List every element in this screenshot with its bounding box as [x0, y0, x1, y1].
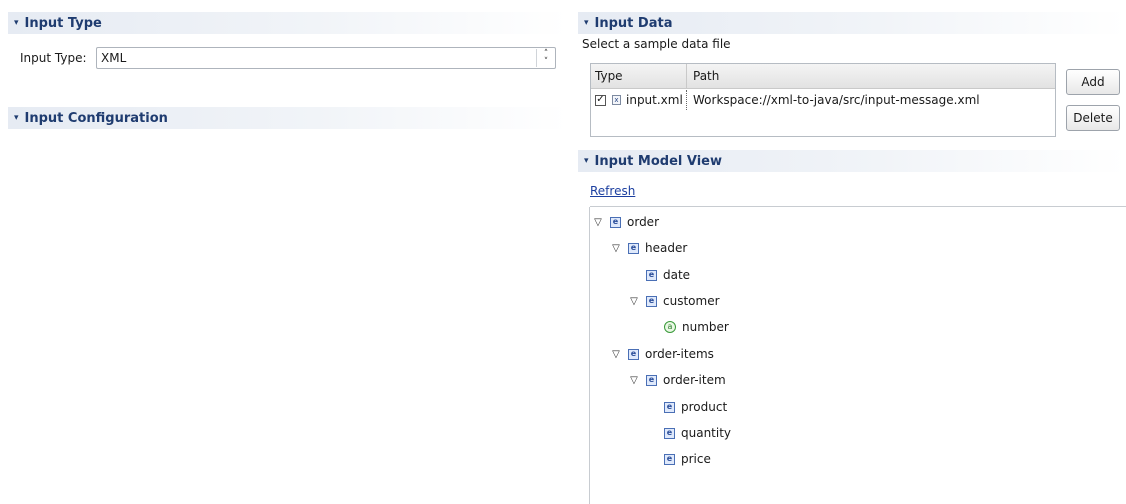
- element-icon: e: [664, 427, 675, 439]
- tree-node-date[interactable]: e date: [646, 266, 690, 284]
- input-data-section-header[interactable]: ▾ Input Data: [578, 12, 1126, 34]
- input-type-combo-value: XML: [101, 51, 127, 65]
- column-header-path[interactable]: Path: [687, 69, 719, 83]
- input-model-view-section-title: Input Model View: [594, 153, 723, 169]
- tree-node-label: order-items: [645, 347, 714, 361]
- collapse-icon: ▾: [584, 156, 589, 166]
- tree-node-number[interactable]: a number: [664, 318, 729, 336]
- row-checkbox[interactable]: ✓: [595, 94, 606, 106]
- tree-node-header[interactable]: ▽ e header: [610, 239, 687, 257]
- tree-node-order-items[interactable]: ▽ e order-items: [610, 345, 714, 363]
- input-type-section-title: Input Type: [24, 15, 102, 31]
- column-header-type[interactable]: Type: [591, 64, 687, 88]
- type-cell: ✓ x input.xml: [591, 90, 687, 110]
- input-data-section-title: Input Data: [594, 15, 673, 31]
- input-model-view-section-header[interactable]: ▾ Input Model View: [578, 150, 1126, 172]
- element-icon: e: [646, 269, 657, 281]
- element-icon: e: [646, 374, 657, 386]
- input-configuration-section-header[interactable]: ▾ Input Configuration: [8, 107, 568, 129]
- table-row[interactable]: ✓ x input.xml Workspace://xml-to-java/sr…: [591, 89, 1055, 111]
- collapse-icon: ▾: [584, 18, 589, 28]
- sample-data-table: Type Path ✓ x input.xml Workspace://xml-…: [590, 63, 1056, 137]
- tree-node-label: header: [645, 241, 688, 255]
- collapse-icon: ▾: [14, 113, 19, 123]
- element-icon: e: [610, 216, 621, 228]
- updown-chevron-icon: ˄ ˅: [536, 49, 555, 67]
- tree-border: [589, 207, 590, 504]
- expand-toggle-icon[interactable]: ▽: [628, 375, 640, 386]
- tree-node-label: number: [682, 320, 729, 334]
- tree-node-order[interactable]: ▽ e order: [592, 213, 659, 231]
- attribute-icon: a: [664, 321, 676, 333]
- tree-node-order-item[interactable]: ▽ e order-item: [628, 371, 726, 389]
- sample-data-hint: Select a sample data file: [582, 37, 731, 51]
- xml-file-icon: x: [612, 95, 621, 105]
- tree-node-label: product: [681, 400, 728, 414]
- tree-node-customer[interactable]: ▽ e customer: [628, 292, 720, 310]
- tree-node-label: order: [627, 215, 659, 229]
- path-cell: Workspace://xml-to-java/src/input-messag…: [693, 93, 980, 107]
- tree-node-quantity[interactable]: e quantity: [664, 424, 731, 442]
- refresh-link[interactable]: Refresh: [590, 184, 635, 198]
- tree-node-price[interactable]: e price: [664, 450, 711, 468]
- element-icon: e: [628, 242, 639, 254]
- expand-toggle-icon[interactable]: ▽: [592, 217, 604, 228]
- element-icon: e: [646, 295, 657, 307]
- input-type-label: Input Type:: [20, 51, 87, 65]
- element-icon: e: [664, 453, 675, 465]
- divider: [590, 206, 1126, 207]
- tree-node-label: customer: [663, 294, 720, 308]
- input-type-combo[interactable]: XML ˄ ˅: [96, 47, 556, 69]
- expand-toggle-icon[interactable]: ▽: [628, 296, 640, 307]
- expand-toggle-icon[interactable]: ▽: [610, 349, 622, 360]
- element-icon: e: [664, 401, 675, 413]
- tree-node-label: quantity: [681, 426, 732, 440]
- file-type-text: input.xml: [626, 93, 683, 107]
- input-configuration-section-title: Input Configuration: [24, 110, 168, 126]
- add-button[interactable]: Add: [1066, 69, 1120, 95]
- expand-toggle-icon[interactable]: ▽: [610, 243, 622, 254]
- tree-node-label: date: [663, 268, 691, 282]
- chevron-down-icon: ˅: [543, 57, 549, 67]
- collapse-icon: ▾: [14, 18, 19, 28]
- input-type-section-header[interactable]: ▾ Input Type: [8, 12, 568, 34]
- tree-node-label: price: [681, 452, 711, 466]
- table-header: Type Path: [591, 64, 1055, 89]
- element-icon: e: [628, 348, 639, 360]
- delete-button[interactable]: Delete: [1066, 105, 1120, 131]
- tree-node-label: order-item: [663, 373, 726, 387]
- tree-node-product[interactable]: e product: [664, 398, 727, 416]
